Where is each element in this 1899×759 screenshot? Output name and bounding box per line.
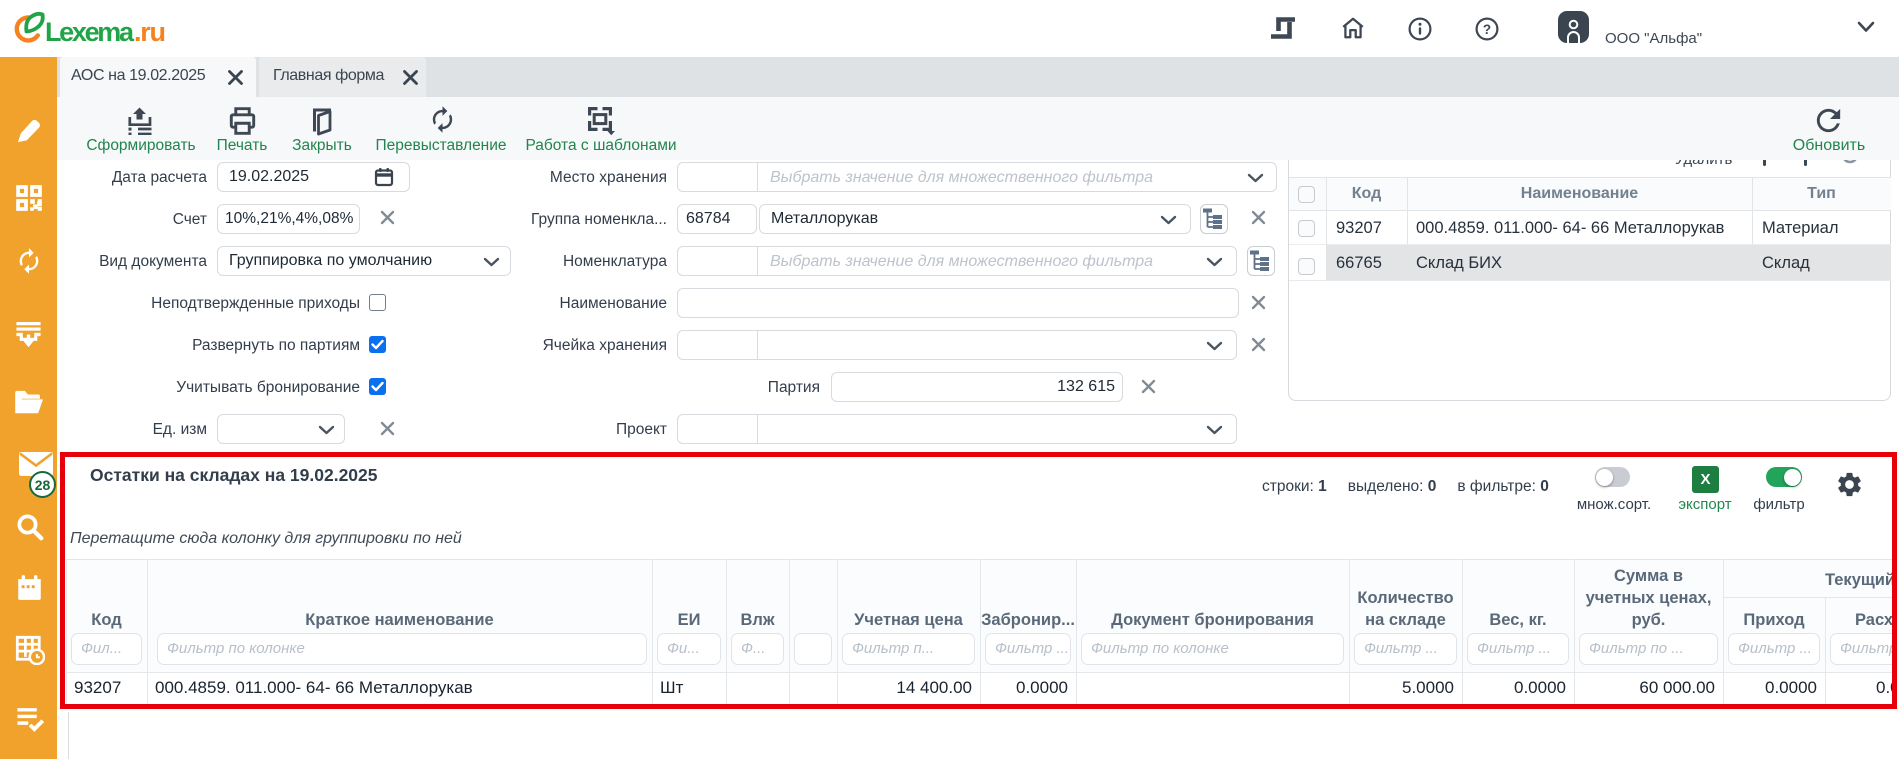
svg-text:?: ? [1483,22,1491,37]
svg-text:.ru: .ru [134,17,166,47]
svg-text:Lexema: Lexema [45,17,135,47]
